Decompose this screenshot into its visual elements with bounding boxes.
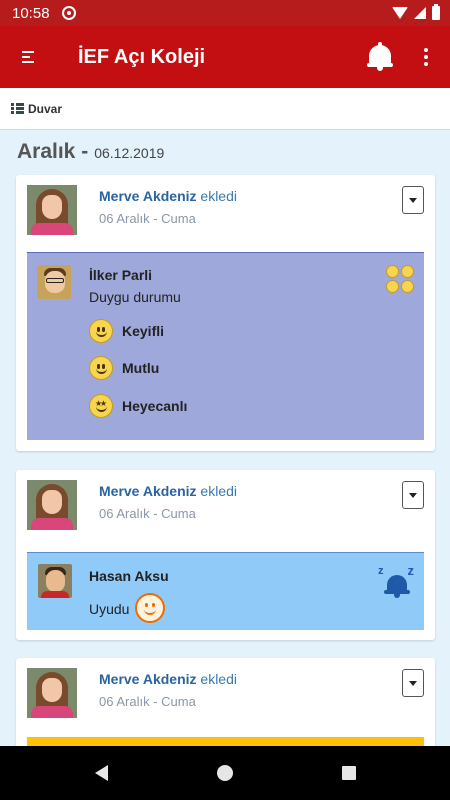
sleep-panel: Hasan Aksu Uyudu zz (27, 552, 424, 630)
post-card: Merve Akdeniz ekledi 06 Aralık - Cuma Ha… (16, 470, 435, 640)
post-options-dropdown[interactable] (402, 186, 424, 214)
chevron-down-icon (409, 197, 417, 203)
mood-panel: İlker Parli Duygu durumu Keyifli Mutlu ★… (27, 252, 424, 440)
post-author: Merve Akdeniz ekledi (99, 671, 237, 687)
child-avatar (38, 564, 72, 598)
mood-label: Heyecanlı (122, 398, 188, 414)
avatar (27, 185, 77, 235)
home-icon[interactable] (216, 765, 233, 781)
date-label: 06.12.2019 (94, 145, 165, 161)
activity-panel (27, 737, 424, 746)
grin-emoji-icon (89, 319, 113, 343)
system-nav-bar (0, 746, 450, 800)
child-avatar (37, 265, 71, 299)
recent-apps-icon[interactable] (341, 766, 356, 780)
author-name: Merve Akdeniz (99, 671, 197, 687)
mood-item: Keyifli (89, 319, 164, 343)
list-icon (11, 103, 24, 114)
chevron-down-icon (409, 492, 417, 498)
wall-feed[interactable]: Aralık - 06.12.2019 Merve Akdeniz ekledi… (0, 130, 450, 746)
month-label: Aralık - (17, 140, 89, 163)
tab-duvar[interactable]: Duvar (0, 88, 450, 130)
avatar (27, 668, 77, 718)
post-header: Merve Akdeniz ekledi 06 Aralık - Cuma (16, 658, 435, 724)
wifi-icon (392, 7, 408, 19)
post-card: Merve Akdeniz ekledi 06 Aralık - Cuma (16, 658, 435, 746)
mood-item: Mutlu (89, 356, 159, 380)
post-date: 06 Aralık - Cuma (99, 506, 196, 521)
post-options-dropdown[interactable] (402, 481, 424, 509)
status-bar: 10:58 (0, 0, 450, 26)
app-title: İEF Açı Koleji (78, 45, 206, 68)
author-action: ekledi (200, 483, 237, 499)
smile-emoji-icon (89, 356, 113, 380)
post-card: Merve Akdeniz ekledi 06 Aralık - Cuma İl… (16, 175, 435, 451)
tab-label: Duvar (28, 101, 63, 116)
post-options-dropdown[interactable] (402, 669, 424, 697)
battery-icon (432, 4, 440, 20)
notifications-button[interactable] (358, 26, 402, 88)
child-name: Hasan Aksu (89, 568, 169, 584)
mood-subtitle: Duygu durumu (89, 289, 181, 305)
app-bar: İEF Açı Koleji (0, 26, 450, 88)
avatar (27, 480, 77, 530)
menu-icon (22, 51, 34, 63)
back-icon[interactable] (94, 765, 108, 781)
post-author: Merve Akdeniz ekledi (99, 188, 237, 204)
author-name: Merve Akdeniz (99, 483, 197, 499)
chevron-down-icon (409, 680, 417, 686)
menu-button[interactable] (0, 26, 56, 88)
post-date: 06 Aralık - Cuma (99, 694, 196, 709)
notification-icon (61, 6, 76, 20)
post-header: Merve Akdeniz ekledi 06 Aralık - Cuma (16, 470, 435, 536)
emoji-set-icon (386, 265, 414, 293)
status-time: 10:58 (12, 4, 50, 22)
smile-emoji-icon (135, 593, 165, 623)
more-options-button[interactable] (402, 26, 450, 88)
sleep-status: Uyudu (89, 601, 130, 617)
sleep-bell-icon: zz (378, 563, 414, 601)
author-action: ekledi (200, 188, 237, 204)
mood-label: Keyifli (122, 323, 165, 339)
bell-icon (367, 42, 393, 72)
mood-label: Mutlu (122, 360, 160, 376)
author-name: Merve Akdeniz (99, 188, 197, 204)
post-date: 06 Aralık - Cuma (99, 211, 196, 226)
author-action: ekledi (200, 671, 237, 687)
signal-icon (414, 7, 426, 19)
date-heading: Aralık - 06.12.2019 (17, 140, 164, 164)
post-author: Merve Akdeniz ekledi (99, 483, 237, 499)
post-header: Merve Akdeniz ekledi 06 Aralık - Cuma (16, 175, 435, 241)
child-name: İlker Parli (89, 267, 153, 283)
star-eyes-emoji-icon: ★ ★ (89, 394, 113, 418)
mood-item: ★ ★ Heyecanlı (89, 394, 187, 418)
